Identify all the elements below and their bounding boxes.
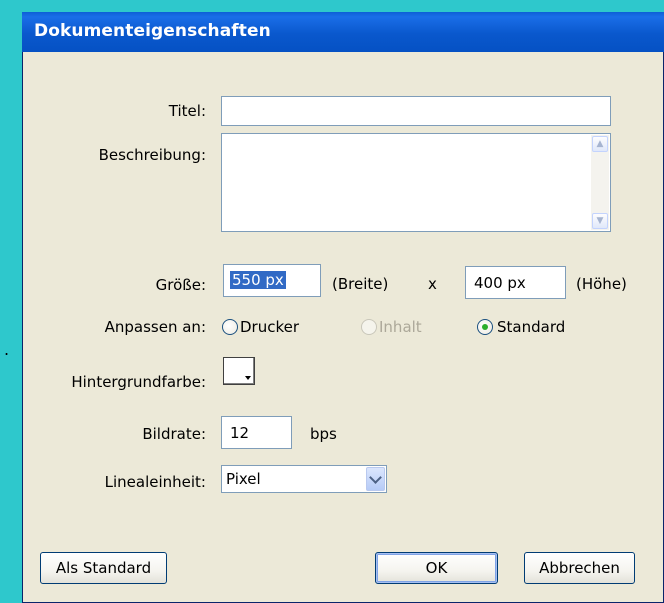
bildrate-value: 12	[230, 424, 250, 442]
hoehe-suffix: (Höhe)	[576, 275, 627, 293]
radio-drucker-label[interactable]: Drucker	[240, 318, 299, 336]
times-sign: x	[428, 275, 437, 293]
abbrechen-button[interactable]: Abbrechen	[524, 552, 635, 584]
titel-label: Titel:	[168, 102, 206, 120]
anpassen-label: Anpassen an:	[104, 318, 206, 336]
beschreibung-label: Beschreibung:	[98, 146, 206, 164]
linealeinheit-select[interactable]: Pixel	[221, 465, 387, 493]
color-swatch-button[interactable]	[223, 357, 255, 385]
bildrate-input[interactable]: 12	[221, 416, 292, 449]
scroll-up-icon[interactable]: ▲	[592, 136, 608, 152]
ok-button[interactable]: OK	[375, 552, 498, 584]
document-properties-dialog: Dokumenteigenschaften Titel: Beschreibun…	[22, 12, 664, 603]
breite-suffix: (Breite)	[332, 275, 389, 293]
radio-drucker[interactable]	[222, 319, 238, 335]
linealeinheit-dropdown-button[interactable]	[366, 467, 385, 491]
als-standard-button[interactable]: Als Standard	[40, 552, 167, 584]
dialog-titlebar[interactable]: Dokumenteigenschaften	[22, 12, 664, 52]
radio-standard[interactable]	[477, 319, 493, 335]
breite-input[interactable]: 550 px	[223, 264, 321, 297]
radio-standard-selected-dot	[482, 324, 488, 330]
hoehe-value: 400 px	[474, 274, 526, 292]
swatch-dropdown-arrow-icon	[245, 376, 251, 380]
radio-inhalt-label: Inhalt	[379, 318, 422, 336]
radio-standard-label[interactable]: Standard	[497, 318, 565, 336]
linealeinheit-label: Linealeinheit:	[104, 473, 206, 491]
hintergrundfarbe-label: Hintergrundfarbe:	[71, 373, 206, 391]
chevron-down-icon	[369, 471, 382, 484]
bildrate-label: Bildrate:	[142, 425, 206, 443]
radio-inhalt	[361, 319, 377, 335]
stray-text: .	[4, 340, 10, 359]
titel-input[interactable]	[221, 96, 611, 126]
hoehe-input[interactable]: 400 px	[465, 266, 566, 299]
dialog-title: Dokumenteigenschaften	[34, 21, 271, 41]
breite-value: 550 px	[230, 271, 286, 289]
scroll-down-icon[interactable]: ▼	[592, 213, 608, 229]
linealeinheit-value: Pixel	[226, 470, 261, 488]
bildrate-unit: bps	[310, 425, 337, 443]
beschreibung-textarea[interactable]: ▲ ▼	[221, 133, 611, 232]
beschreibung-scrollbar[interactable]: ▲ ▼	[591, 135, 609, 230]
groesse-label: Größe:	[155, 276, 206, 294]
